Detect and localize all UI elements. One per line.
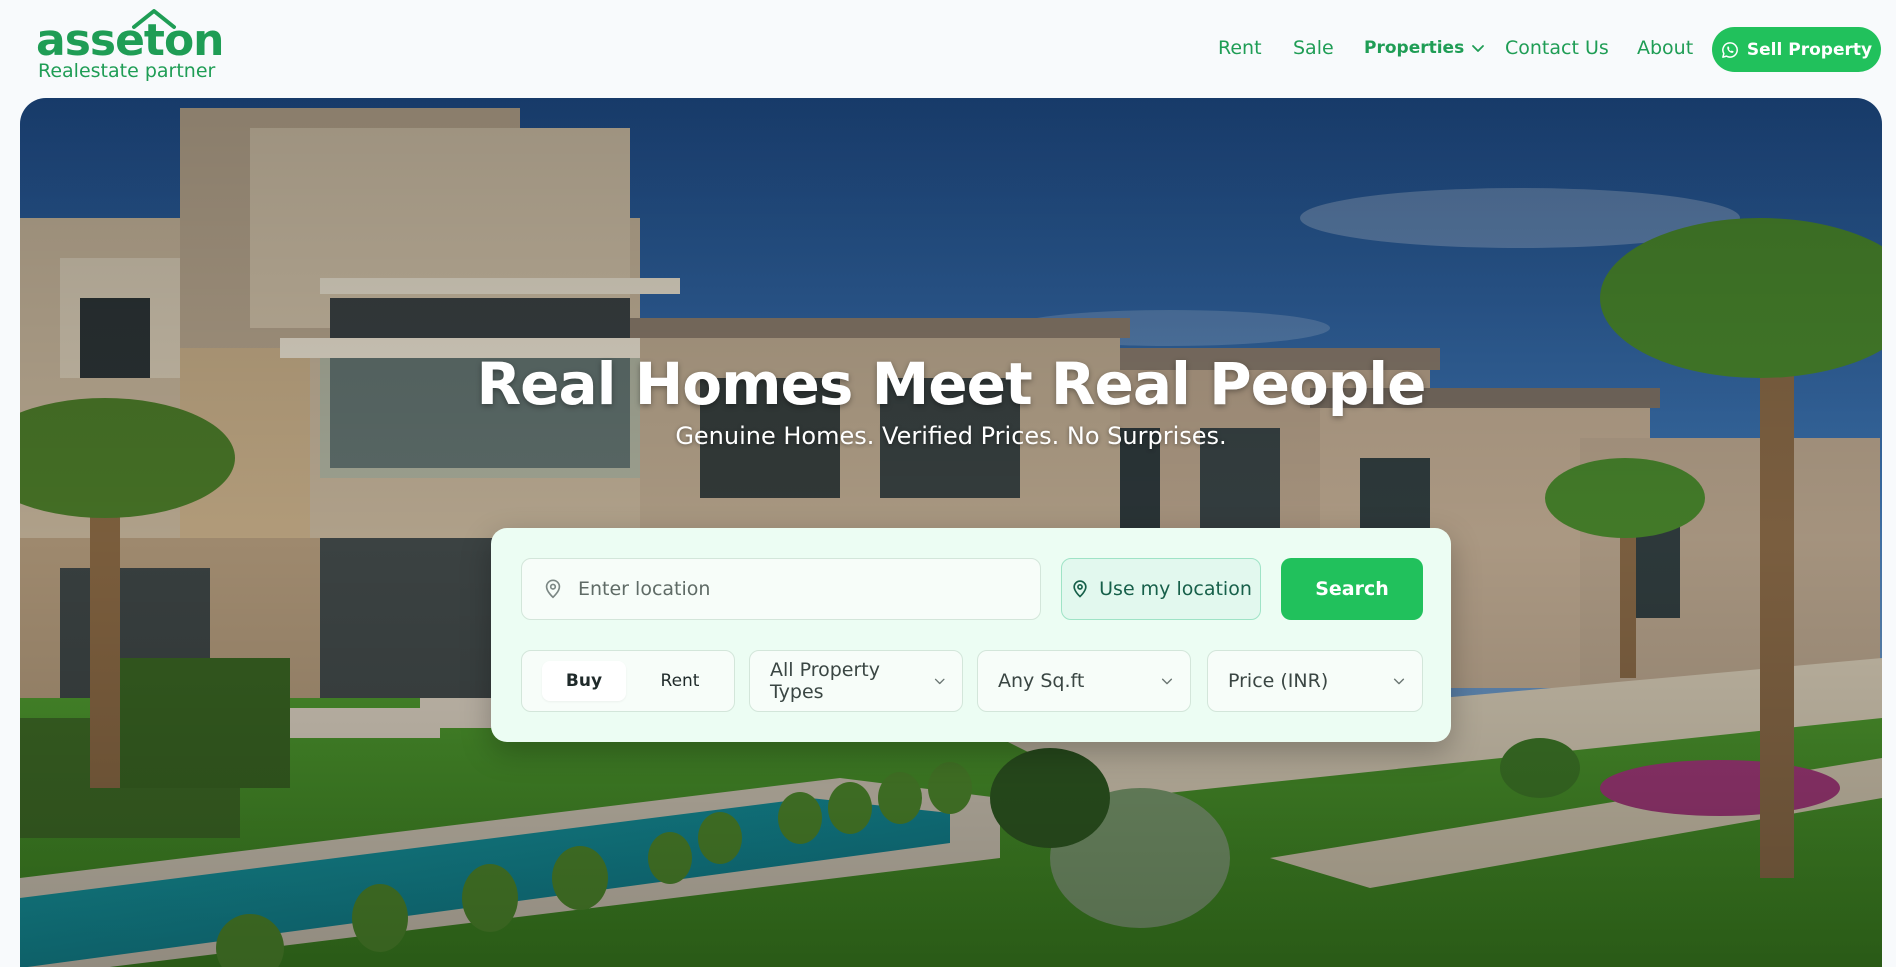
map-pin-icon <box>1073 580 1087 598</box>
toggle-rent[interactable]: Rent <box>638 661 722 701</box>
sqft-value: Any Sq.ft <box>998 670 1085 692</box>
price-value: Price (INR) <box>1228 670 1329 692</box>
search-button[interactable]: Search <box>1281 558 1423 620</box>
toggle-buy[interactable]: Buy <box>542 661 626 701</box>
nav-properties-label: Properties <box>1364 38 1465 58</box>
site-header: asseton Realestate partner Rent Sale Pro… <box>0 0 1896 98</box>
hero-subtitle: Genuine Homes. Verified Prices. No Surpr… <box>675 422 1227 450</box>
nav-rent[interactable]: Rent <box>1218 36 1262 60</box>
location-field[interactable] <box>521 558 1041 620</box>
nav-properties[interactable]: Properties <box>1364 36 1486 60</box>
price-select[interactable]: Price (INR) <box>1207 650 1423 712</box>
nav-sale[interactable]: Sale <box>1293 36 1334 60</box>
hero-section: Real Homes Meet Real People Genuine Home… <box>20 98 1882 967</box>
sell-property-label: Sell Property <box>1746 39 1873 60</box>
sell-property-button[interactable]: Sell Property <box>1712 27 1881 72</box>
property-type-select[interactable]: All Property Types <box>749 650 963 712</box>
location-input[interactable] <box>578 578 1018 600</box>
brand-logo[interactable]: asseton Realestate partner <box>36 6 224 86</box>
chevron-down-icon <box>1161 678 1173 685</box>
map-pin-icon <box>545 579 561 599</box>
nav-contact-us[interactable]: Contact Us <box>1505 36 1609 60</box>
chevron-down-icon <box>1472 45 1485 52</box>
brand-tagline: Realestate partner <box>38 60 216 82</box>
hero-title: Real Homes Meet Real People <box>476 350 1426 418</box>
whatsapp-icon <box>1722 41 1738 58</box>
chevron-down-icon <box>934 678 945 685</box>
use-my-location-button[interactable]: Use my location <box>1061 558 1261 620</box>
property-type-value: All Property Types <box>770 659 880 703</box>
use-my-location-label: Use my location <box>1099 578 1252 600</box>
chevron-down-icon <box>1393 678 1405 685</box>
nav-about[interactable]: About <box>1637 36 1693 60</box>
buy-rent-toggle: Buy Rent <box>521 650 735 712</box>
search-panel: Use my location Search Buy Rent All Prop… <box>491 528 1451 742</box>
brand-name: asseton <box>36 15 224 66</box>
sqft-select[interactable]: Any Sq.ft <box>977 650 1191 712</box>
